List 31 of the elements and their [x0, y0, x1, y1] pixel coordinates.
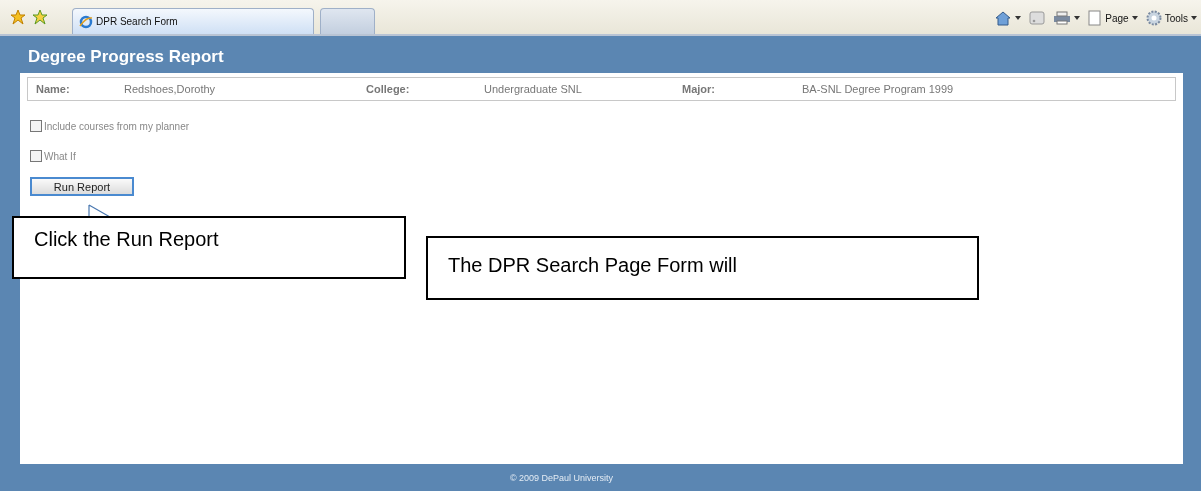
checkbox-label: What If: [44, 150, 76, 162]
page-icon: [1088, 10, 1103, 26]
checkbox[interactable]: [30, 150, 42, 162]
page-title: Degree Progress Report: [27, 46, 225, 68]
home-icon[interactable]: [994, 10, 1013, 26]
info-value: BA-SNL Degree Program 1999: [802, 83, 955, 95]
caret-icon[interactable]: [1074, 16, 1081, 20]
caret-icon: [1131, 16, 1138, 20]
gear-icon: [1145, 10, 1162, 26]
browser-logo-icon: [79, 14, 93, 29]
callout-box: Click the Run Report: [12, 216, 406, 279]
pointer-arrow: [88, 204, 112, 218]
browser-tab[interactable]: DPR Search Form: [72, 8, 314, 34]
checkbox-label: Include courses from my planner: [44, 120, 190, 132]
info-value: Undergraduate SNL: [484, 83, 583, 95]
info-value: Redshoes,Dorothy: [124, 83, 217, 95]
add-favorite-icon[interactable]: [32, 9, 48, 25]
info-label: Major:: [682, 83, 716, 95]
copyright-text: © 2009 DePaul University: [509, 472, 614, 483]
checkbox[interactable]: [30, 120, 42, 132]
callout-box: The DPR Search Page Form will: [426, 236, 979, 300]
run-report-button[interactable]: Run Report: [30, 177, 134, 196]
toolbar-menu-button[interactable]: Page: [1088, 10, 1138, 26]
toolbar-menu-button[interactable]: Tools: [1145, 10, 1197, 26]
printer-icon[interactable]: [1053, 11, 1072, 25]
caret-icon[interactable]: [1015, 16, 1022, 20]
info-label: Name:: [36, 83, 71, 95]
info-label: College:: [366, 83, 411, 95]
star-icon[interactable]: [10, 9, 26, 25]
caret-icon: [1191, 16, 1197, 20]
tab-label: DPR Search Form: [96, 16, 178, 27]
